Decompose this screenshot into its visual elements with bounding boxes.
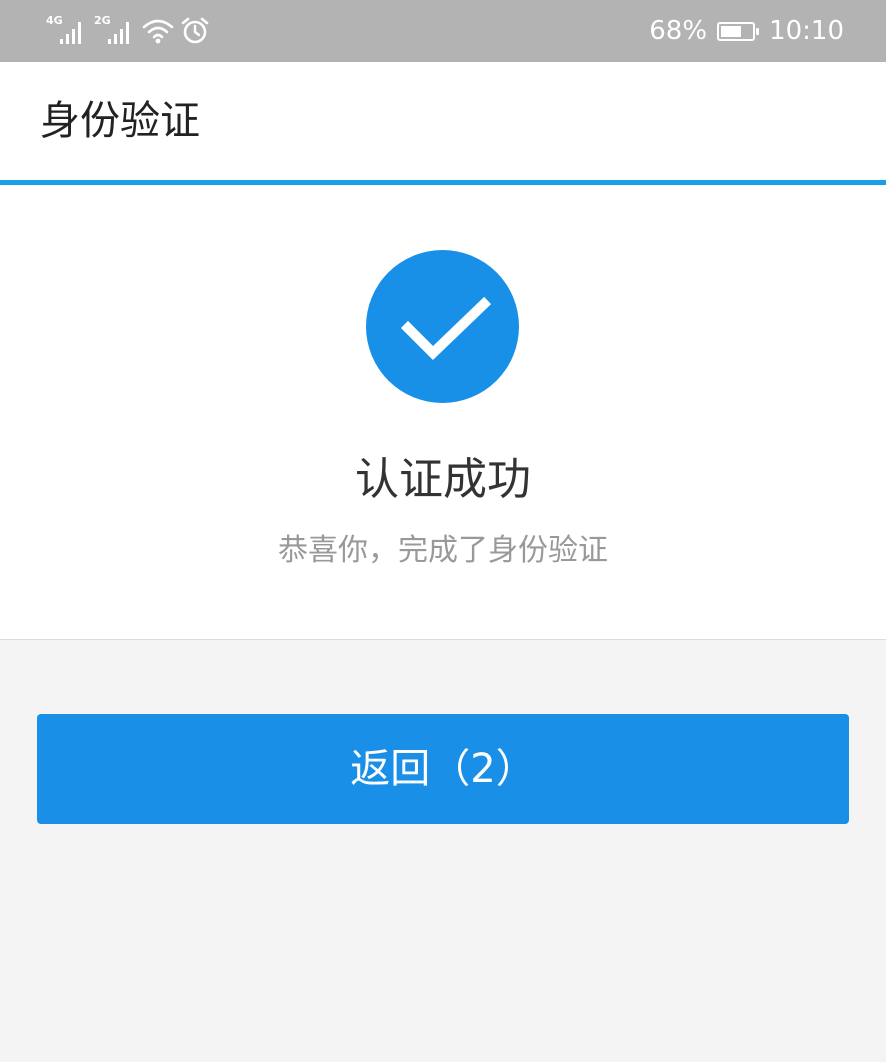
battery-icon [717,21,760,41]
result-title: 认证成功 [355,454,531,505]
clock: 10:10 [769,16,844,46]
alarm-icon [180,16,210,46]
page-title: 身份验证 [40,98,200,144]
title-bar: 身份验证 [0,62,886,180]
status-right: 68% 10:10 [649,0,844,62]
check-icon [366,250,519,403]
status-left: 4G 2G [46,0,210,62]
back-button[interactable]: 返回（2） [37,714,849,824]
wifi-icon [142,17,174,45]
result-card: 认证成功 恭喜你，完成了身份验证 [0,185,886,640]
signal-2g-icon: 2G [94,15,136,46]
signal-4g-icon: 4G [46,15,88,46]
battery-percent: 68% [649,16,708,46]
result-subtitle: 恭喜你，完成了身份验证 [278,533,608,568]
battery-fill [721,25,742,37]
status-bar: 4G 2G 68% 10:10 [0,0,886,62]
